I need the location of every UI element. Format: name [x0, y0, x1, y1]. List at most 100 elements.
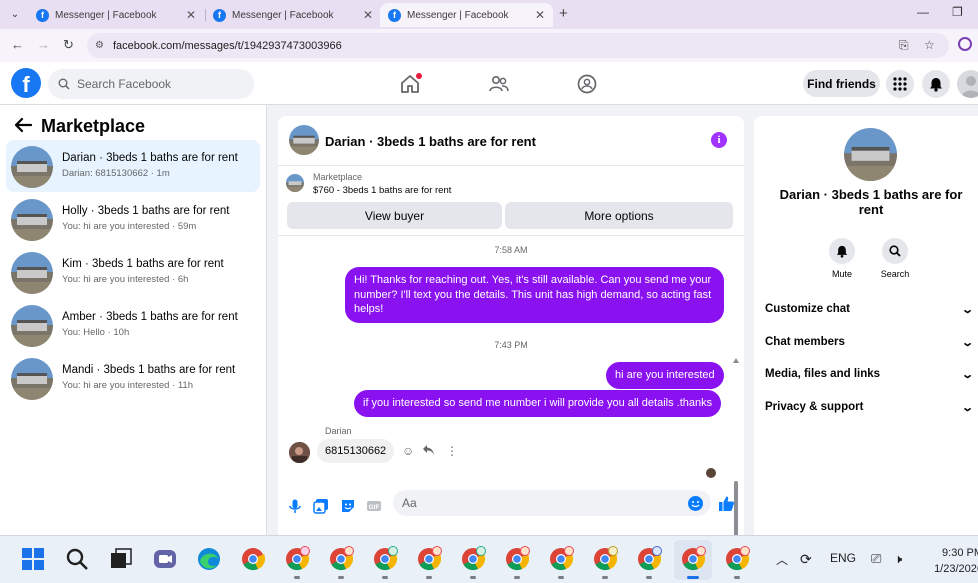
sync-refresh-icon[interactable]: ⟳ [800, 551, 812, 568]
view-buyer-button[interactable]: View buyer [287, 202, 502, 229]
browser-tab-3-active[interactable]: f Messenger | Facebook ✕ [380, 3, 553, 27]
outgoing-message[interactable]: if you interested so send me number i wi… [354, 390, 722, 417]
taskbar-search-icon[interactable] [64, 546, 90, 572]
show-hidden-icons-chevron-icon[interactable]: ︿ [776, 551, 788, 568]
back-arrow-icon[interactable] [14, 117, 32, 133]
chat-header-thumbnail[interactable] [289, 125, 319, 155]
chevron-down-icon: ⌄ [960, 368, 974, 381]
tab-close-icon[interactable]: ✕ [535, 8, 545, 22]
taskbar-running-indicator [558, 576, 564, 579]
browser-profile-icon[interactable] [958, 37, 972, 51]
friends-icon[interactable] [488, 73, 510, 95]
input-language[interactable]: ENG [830, 551, 856, 565]
chrome-profile-icon[interactable] [636, 546, 662, 572]
bell-icon [930, 77, 942, 92]
facebook-logo-icon[interactable]: f [11, 68, 41, 98]
minimize-icon[interactable]: — [917, 5, 929, 19]
browser-toolbar: ← → ↻ ⚙ facebook.com/messages/t/19429374… [0, 29, 978, 62]
browser-tab-1[interactable]: f Messenger | Facebook ✕ [28, 3, 204, 27]
conversation-item-mandi[interactable]: Mandi · 3beds 1 baths are for rent You: … [6, 352, 260, 404]
chat-title[interactable]: Darian · 3beds 1 baths are for rent [325, 134, 536, 149]
tab-close-icon[interactable]: ✕ [363, 8, 373, 22]
browser-tab-2[interactable]: f Messenger | Facebook ✕ [205, 3, 381, 27]
conversation-item-kim[interactable]: Kim · 3beds 1 baths are for rent You: hi… [6, 246, 260, 298]
task-view-icon[interactable] [108, 546, 134, 572]
reload-icon[interactable]: ↻ [63, 37, 74, 53]
conversation-item-amber[interactable]: Amber · 3beds 1 baths are for rent You: … [6, 299, 260, 351]
chrome-profile-icon[interactable] [372, 546, 398, 572]
react-emoji-icon[interactable]: ☺ [402, 444, 414, 458]
search-input[interactable] [77, 77, 237, 91]
chrome-profile-icon[interactable] [592, 546, 618, 572]
search-label: Search [880, 269, 910, 279]
notifications-bell-icon[interactable] [922, 70, 950, 98]
forward-arrow-icon[interactable]: → [37, 37, 50, 52]
gif-icon[interactable]: GIF [366, 498, 382, 514]
find-friends-button[interactable]: Find friends [803, 70, 880, 97]
site-settings-icon[interactable]: ⚙ [95, 40, 104, 51]
more-actions-dots-icon[interactable]: ⋮ [446, 444, 458, 458]
listing-price-title[interactable]: $760 - 3beds 1 baths are for rent [313, 185, 451, 196]
taskbar-running-indicator [470, 576, 476, 579]
chrome-profile-icon[interactable] [724, 546, 750, 572]
sender-avatar[interactable] [289, 442, 310, 463]
photo-gallery-icon[interactable] [313, 498, 329, 514]
edge-browser-icon[interactable] [196, 546, 222, 572]
windows-start-icon[interactable] [20, 546, 46, 572]
message-input-box[interactable] [393, 490, 711, 516]
privacy-support-section[interactable]: Privacy & support ⌄ [765, 397, 978, 417]
mute-button[interactable]: Mute [822, 238, 862, 279]
customize-chat-section[interactable]: Customize chat ⌄ [765, 299, 978, 319]
listing-thumbnail[interactable] [286, 174, 304, 192]
incoming-message[interactable]: 6815130662 [317, 439, 395, 463]
account-avatar[interactable] [957, 70, 978, 98]
conversation-item-darian[interactable]: Darian · 3beds 1 baths are for rent Dari… [6, 140, 260, 192]
chrome-profile-icon[interactable] [284, 546, 310, 572]
chat-members-section[interactable]: Chat members ⌄ [765, 332, 978, 352]
volume-speaker-icon[interactable]: 🕨 [894, 551, 902, 567]
outgoing-message[interactable]: Hi! Thanks for reaching out. Yes, it's s… [345, 267, 724, 323]
scroll-up-arrow-icon[interactable] [733, 358, 739, 363]
seen-receipt-avatar [706, 468, 716, 478]
new-tab-plus-icon[interactable]: + [559, 5, 568, 22]
microphone-icon[interactable] [287, 498, 303, 514]
thumbs-up-like-icon[interactable] [718, 495, 735, 512]
restore-window-icon[interactable]: ❐ [952, 5, 963, 19]
emoji-icon[interactable] [688, 496, 703, 511]
chrome-icon[interactable] [240, 546, 266, 572]
media-files-links-section[interactable]: Media, files and links ⌄ [765, 364, 978, 384]
clock-date: 1/23/2026 [934, 563, 978, 575]
outgoing-message[interactable]: hi are you interested [606, 362, 724, 389]
facebook-search-box[interactable] [48, 69, 254, 99]
conversation-name: Darian · 3beds 1 baths are for rent [62, 152, 238, 164]
chrome-profile-icon[interactable] [416, 546, 442, 572]
menu-grid-icon[interactable] [886, 70, 914, 98]
chevron-down-icon: ⌄ [960, 303, 974, 316]
clock[interactable]: 9:30 PM 1/23/2026 [923, 545, 978, 577]
teams-meet-icon[interactable] [152, 546, 178, 572]
reply-arrow-icon[interactable] [422, 444, 435, 456]
conversation-info-icon[interactable]: i [711, 132, 727, 148]
back-arrow-icon[interactable]: ← [11, 37, 24, 52]
bookmark-star-icon[interactable]: ☆ [924, 38, 935, 52]
chrome-profile-icon[interactable] [548, 546, 574, 572]
chrome-profile-icon[interactable] [504, 546, 530, 572]
mute-label: Mute [831, 269, 852, 279]
groups-icon[interactable] [576, 73, 598, 95]
conversation-item-holly[interactable]: Holly · 3beds 1 baths are for rent You: … [6, 193, 260, 245]
address-bar[interactable]: ⚙ facebook.com/messages/t/19429374730039… [87, 33, 949, 58]
message-input[interactable] [402, 496, 672, 510]
section-label: Media, files and links [765, 368, 881, 380]
sticker-icon[interactable] [340, 498, 356, 514]
install-app-icon[interactable]: ⎘ [899, 38, 909, 53]
tab-close-icon[interactable]: ✕ [186, 8, 196, 22]
search-in-conversation-button[interactable]: Search [875, 238, 915, 279]
chrome-profile-icon[interactable] [328, 546, 354, 572]
facebook-top-nav: f Find friends [0, 62, 978, 105]
tab-search-chevron-icon[interactable]: ⌄ [6, 5, 24, 23]
more-options-button[interactable]: More options [505, 202, 733, 229]
sender-name: Darian [325, 426, 352, 436]
chrome-active-icon[interactable] [680, 546, 706, 572]
chrome-profile-icon[interactable] [460, 546, 486, 572]
network-monitor-icon[interactable]: ⎚ [871, 551, 881, 567]
